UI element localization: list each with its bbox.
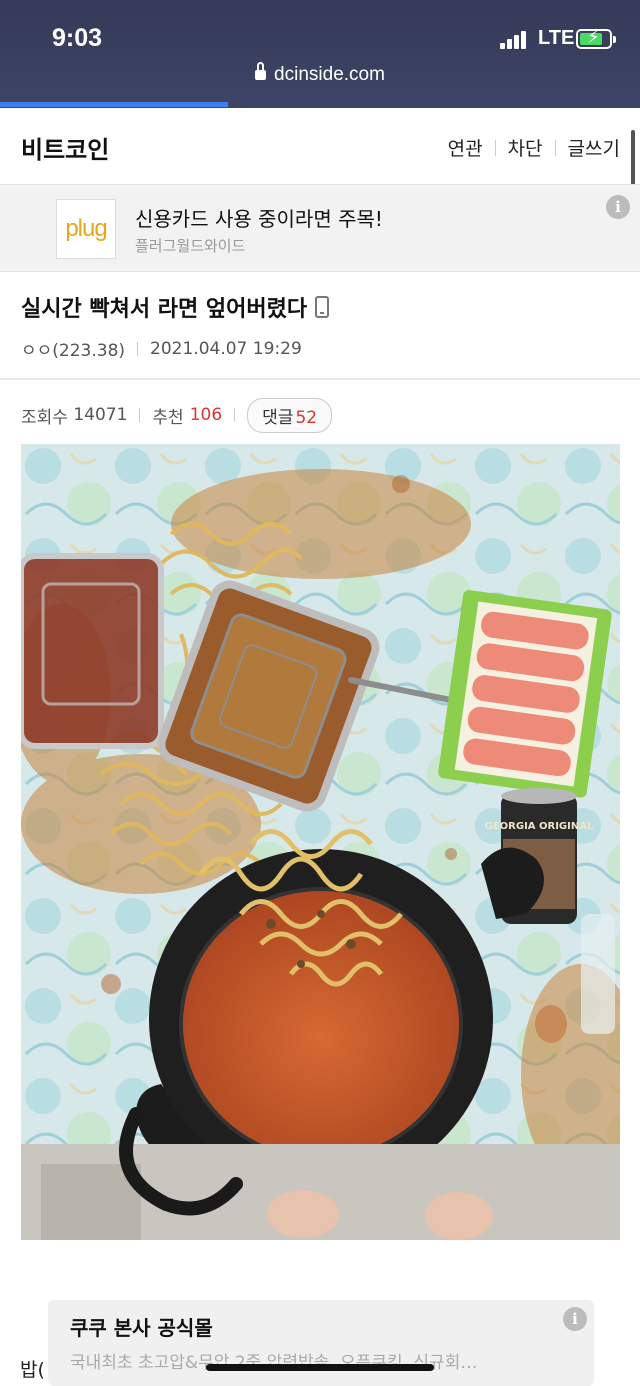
- write-link[interactable]: 글쓰기: [568, 134, 620, 161]
- network-label: LTE: [538, 27, 575, 49]
- signal-icon: [500, 31, 532, 49]
- gallery-title[interactable]: 비트코인: [21, 130, 109, 165]
- post-title-text: 실시간 빡쳐서 라면 엎어버렸다: [21, 297, 308, 322]
- url-text: dcinside.com: [274, 64, 385, 85]
- recommend-count: 106: [189, 405, 223, 425]
- ramen-photo-illustration: GEORGIA ORIGINAL: [21, 444, 620, 1240]
- divider: [494, 139, 496, 156]
- divider: [139, 408, 141, 422]
- divider: [137, 341, 139, 356]
- ad-info-icon[interactable]: i: [606, 195, 630, 219]
- advertiser-logo: plug: [56, 199, 116, 259]
- bottom-ad-title[interactable]: 쿠쿠 본사 공식몰: [70, 1312, 213, 1341]
- header-links: 연관 차단 글쓰기: [448, 134, 620, 161]
- comments-button[interactable]: 댓글 52: [247, 397, 333, 433]
- can-label: GEORGIA ORIGINAL: [485, 821, 594, 832]
- ad-advertiser: 플러그월드와이드: [135, 237, 246, 255]
- views-label: 조회수: [21, 407, 68, 428]
- post-date: 2021.04.07 19:29: [150, 338, 302, 359]
- divider: [0, 378, 640, 380]
- home-indicator[interactable]: [206, 1364, 434, 1371]
- lock-icon: [255, 62, 267, 81]
- recommend-label: 추천: [152, 407, 184, 428]
- post-photo[interactable]: GEORGIA ORIGINAL: [21, 444, 620, 1240]
- ad-banner[interactable]: plug 신용카드 사용 중이라면 주목! 플러그월드와이드: [0, 184, 640, 272]
- status-time: 9:03: [52, 24, 103, 52]
- bottom-ad[interactable]: 쿠쿠 본사 공식몰 국내최초 초고압&무압 2중 압력밥솥, 오픈쿠킹, 신규회…: [48, 1300, 594, 1386]
- post-meta: ㅇㅇ(223.38) 2021.04.07 19:29: [21, 336, 302, 362]
- author[interactable]: ㅇㅇ(223.38): [21, 336, 125, 361]
- page-load-progress: [0, 102, 228, 107]
- gallery-header: 비트코인 연관 차단 글쓰기: [0, 108, 640, 184]
- bottom-ad-info-icon[interactable]: i: [563, 1307, 587, 1331]
- related-link[interactable]: 연관: [448, 134, 483, 161]
- post-stats: 조회수 14071 추천 106 댓글 52: [21, 397, 333, 433]
- post-title: 실시간 빡쳐서 라면 엎어버렸다: [21, 291, 330, 323]
- post-body-text: 밥(: [20, 1359, 45, 1381]
- divider: [554, 139, 556, 156]
- url-bar[interactable]: dcinside.com: [0, 62, 640, 98]
- views-count: 14071: [73, 405, 128, 425]
- mobile-icon: [315, 296, 330, 318]
- comments-count: 52: [295, 407, 318, 428]
- ad-headline[interactable]: 신용카드 사용 중이라면 주목!: [135, 203, 383, 232]
- divider: [234, 408, 236, 422]
- comments-label: 댓글: [262, 407, 294, 428]
- block-link[interactable]: 차단: [508, 134, 543, 161]
- battery-icon: ⚡: [576, 28, 616, 49]
- browser-chrome: 9:03 LTE ⚡ dcinside.com: [0, 0, 640, 108]
